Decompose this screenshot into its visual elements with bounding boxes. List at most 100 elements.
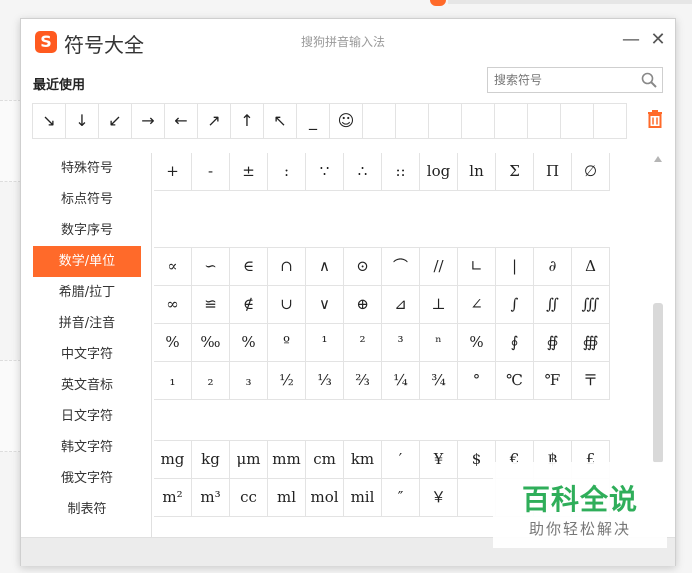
symbol-cell[interactable]: - <box>191 153 230 191</box>
symbol-cell[interactable]: ₃ <box>229 361 268 400</box>
symbol-cell[interactable]: mol <box>305 478 344 517</box>
symbol-cell[interactable]: Σ <box>495 153 534 191</box>
symbol-cell[interactable]: ∈ <box>229 247 268 286</box>
symbol-cell[interactable]: ∭ <box>571 285 610 324</box>
symbol-cell[interactable] <box>457 478 496 517</box>
symbol-cell[interactable]: ∉ <box>229 285 268 324</box>
symbol-cell[interactable]: ∪ <box>267 285 306 324</box>
symbol-cell[interactable]: : <box>267 153 306 191</box>
symbol-cell[interactable]: ⊥ <box>419 285 458 324</box>
sidebar-category-item[interactable]: 标点符号 <box>33 184 141 215</box>
symbol-cell[interactable]: ∴ <box>343 153 382 191</box>
recent-symbol-cell[interactable] <box>560 103 594 139</box>
symbol-cell[interactable]: ⊕ <box>343 285 382 324</box>
recent-symbol-cell[interactable] <box>395 103 429 139</box>
symbol-cell[interactable]: // <box>419 247 458 286</box>
symbol-cell[interactable]: mil <box>343 478 382 517</box>
symbol-cell[interactable]: ln <box>457 153 496 191</box>
symbol-cell[interactable]: Π <box>533 153 572 191</box>
symbol-cell[interactable]: ∽ <box>191 247 230 286</box>
symbol-cell[interactable]: ￥ <box>419 478 458 517</box>
sidebar-category-item[interactable]: 中文字符 <box>33 339 141 370</box>
recent-symbol-cell[interactable]: ↖ <box>263 103 297 139</box>
symbol-cell[interactable]: ± <box>229 153 268 191</box>
symbol-cell[interactable]: % <box>457 323 496 362</box>
symbol-cell[interactable]: ₂ <box>191 361 230 400</box>
symbol-cell[interactable]: | <box>495 247 534 286</box>
symbol-cell[interactable]: ⌒ <box>381 247 420 286</box>
symbol-cell[interactable]: ∞ <box>154 285 192 324</box>
sidebar-category-item[interactable]: 韩文字符 <box>33 432 141 463</box>
symbol-cell[interactable]: Δ <box>571 247 610 286</box>
sidebar-category-item[interactable]: 特殊符号 <box>33 153 141 184</box>
symbol-cell[interactable]: ∵ <box>305 153 344 191</box>
symbol-cell[interactable]: ml <box>267 478 306 517</box>
recent-symbol-cell[interactable]: → <box>131 103 165 139</box>
recent-symbol-cell[interactable]: ↑ <box>230 103 264 139</box>
symbol-cell[interactable]: cm <box>305 440 344 479</box>
symbol-cell[interactable]: % <box>229 323 268 362</box>
symbol-cell[interactable]: km <box>343 440 382 479</box>
symbol-cell[interactable]: ² <box>343 323 382 362</box>
symbol-cell[interactable]: 〒 <box>571 361 610 400</box>
symbol-cell[interactable]: ½ <box>267 361 306 400</box>
symbol-cell[interactable]: ∩ <box>267 247 306 286</box>
recent-symbol-cell[interactable]: _ <box>296 103 330 139</box>
symbol-cell[interactable]: ¹ <box>305 323 344 362</box>
search-input[interactable] <box>488 68 650 92</box>
symbol-cell[interactable]: ∰ <box>571 323 610 362</box>
recent-symbol-cell[interactable] <box>461 103 495 139</box>
recent-symbol-cell[interactable]: ↙ <box>98 103 132 139</box>
symbol-cell[interactable]: m³ <box>191 478 230 517</box>
symbol-cell[interactable]: ℃ <box>495 361 534 400</box>
symbol-cell[interactable]: + <box>154 153 192 191</box>
symbol-cell[interactable]: mg <box>154 440 192 479</box>
sidebar-category-item[interactable]: 希腊/拉丁 <box>33 277 141 308</box>
recent-symbol-cell[interactable] <box>494 103 528 139</box>
recent-symbol-cell[interactable] <box>593 103 627 139</box>
recent-symbol-cell[interactable] <box>428 103 462 139</box>
symbol-cell[interactable]: ⊙ <box>343 247 382 286</box>
recent-symbol-cell[interactable] <box>362 103 396 139</box>
recent-symbol-cell[interactable]: ↓ <box>65 103 99 139</box>
symbol-cell[interactable]: ∝ <box>154 247 192 286</box>
symbol-cell[interactable]: ∅ <box>571 153 610 191</box>
symbol-cell[interactable]: ° <box>457 361 496 400</box>
symbol-cell[interactable]: μm <box>229 440 268 479</box>
sidebar-category-item[interactable]: 数字序号 <box>33 215 141 246</box>
symbol-cell[interactable]: ∯ <box>533 323 572 362</box>
scrollbar-thumb[interactable] <box>653 303 663 463</box>
search-icon[interactable] <box>640 71 658 89</box>
close-button[interactable]: ✕ <box>648 29 668 50</box>
sidebar-category-item[interactable]: 英文音标 <box>33 370 141 401</box>
recent-symbol-cell[interactable]: ↘ <box>32 103 66 139</box>
symbol-cell[interactable]: ′ <box>381 440 420 479</box>
symbol-cell[interactable]: mm <box>267 440 306 479</box>
symbol-cell[interactable]: ₁ <box>154 361 192 400</box>
symbol-cell[interactable]: log <box>419 153 458 191</box>
symbol-cell[interactable]: ⊿ <box>381 285 420 324</box>
symbol-cell[interactable]: ∨ <box>305 285 344 324</box>
symbol-cell[interactable]: ³ <box>381 323 420 362</box>
symbol-cell[interactable]: ⅓ <box>305 361 344 400</box>
scroll-up-arrow-icon[interactable] <box>653 155 663 163</box>
symbol-cell[interactable]: :: <box>381 153 420 191</box>
recent-symbol-cell[interactable]: ← <box>164 103 198 139</box>
symbol-cell[interactable]: ∠ <box>457 285 496 324</box>
symbol-cell[interactable]: ¼ <box>381 361 420 400</box>
symbol-cell[interactable]: % <box>154 323 192 362</box>
symbol-cell[interactable]: ≌ <box>191 285 230 324</box>
minimize-button[interactable]: — <box>621 29 641 50</box>
symbol-cell[interactable]: ⁿ <box>419 323 458 362</box>
symbol-cell[interactable]: ⅔ <box>343 361 382 400</box>
sidebar-category-item[interactable]: 拼音/注音 <box>33 308 141 339</box>
symbol-cell[interactable]: m² <box>154 478 192 517</box>
symbol-cell[interactable]: ∟ <box>457 247 496 286</box>
symbol-cell[interactable]: ¥ <box>419 440 458 479</box>
symbol-cell[interactable]: $ <box>457 440 496 479</box>
symbol-cell[interactable]: cc <box>229 478 268 517</box>
recent-symbol-cell[interactable] <box>527 103 561 139</box>
symbol-cell[interactable]: ∮ <box>495 323 534 362</box>
symbol-cell[interactable]: ℉ <box>533 361 572 400</box>
sidebar-category-item[interactable]: 俄文字符 <box>33 463 141 494</box>
